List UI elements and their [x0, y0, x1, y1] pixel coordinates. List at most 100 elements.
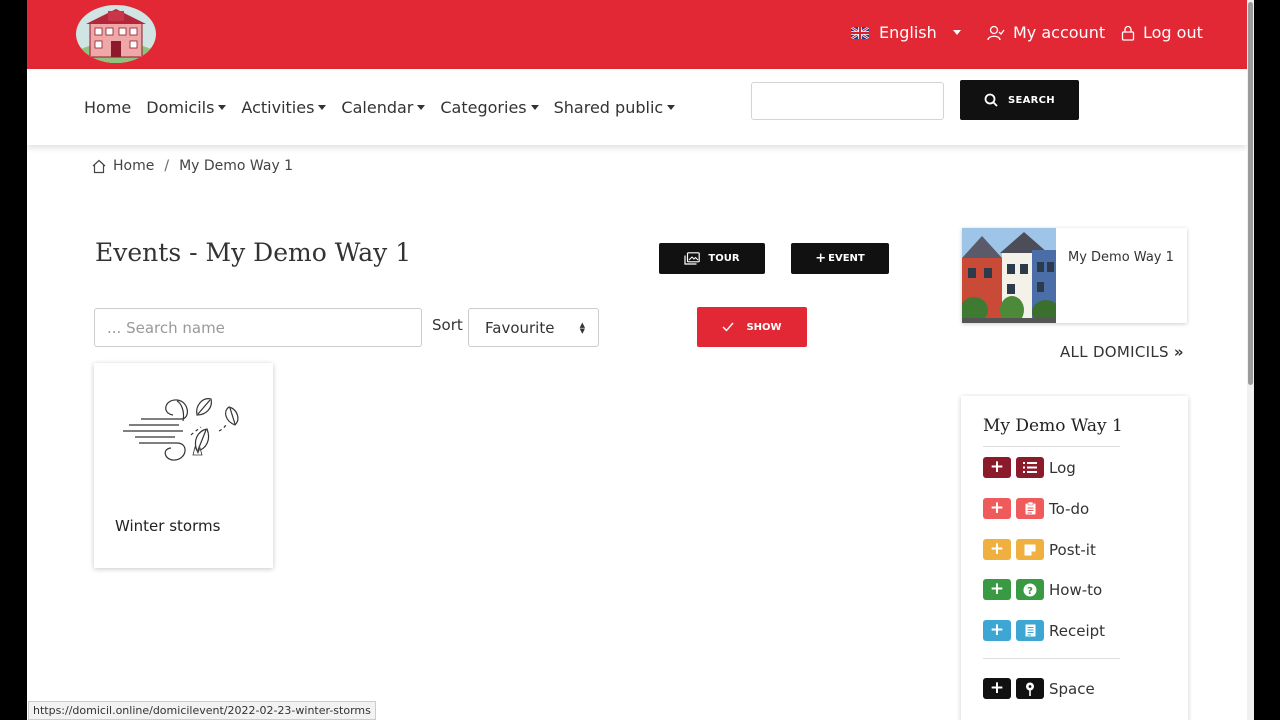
search-icon — [984, 93, 998, 107]
scrollbar-thumb[interactable] — [1248, 2, 1253, 385]
panel-divider — [983, 658, 1120, 659]
nav-item-categories[interactable]: Categories — [440, 98, 539, 117]
show-button[interactable]: SHOW — [697, 307, 807, 347]
lock-icon — [1121, 25, 1135, 41]
add-how-to-button[interactable]: + — [983, 579, 1011, 600]
log-out-label: Log out — [1143, 23, 1203, 42]
search-button-label: SEARCH — [1008, 94, 1055, 106]
show-label: SHOW — [746, 321, 782, 333]
sort-select[interactable]: Favourite ▲ ▼ — [468, 308, 599, 347]
sort-selected-value: Favourite — [485, 319, 555, 337]
all-domicils-link[interactable]: ALL DOMICILS » — [1060, 343, 1184, 361]
domicile-name: My Demo Way 1 — [1068, 250, 1174, 265]
nav-label: Shared public — [553, 98, 664, 117]
my-account-link[interactable]: My account — [987, 23, 1105, 42]
status-bar-url: https://domicil.online/domicilevent/2022… — [28, 701, 376, 720]
panel-row-post-it: + Post-it — [983, 539, 1096, 560]
panel-row-label[interactable]: Post-it — [1049, 541, 1096, 559]
double-chevron-right-icon: » — [1173, 343, 1184, 361]
chevron-down-icon — [667, 105, 676, 110]
page: English My account Log out Home Domicils… — [27, 0, 1247, 720]
tour-label: TOUR — [708, 253, 740, 264]
plus-icon: + — [815, 251, 827, 266]
nav-label: Categories — [440, 98, 527, 117]
add-todo-button[interactable]: + — [983, 498, 1011, 519]
chevron-down-icon — [218, 105, 227, 110]
user-check-icon — [987, 25, 1005, 40]
language-label: English — [879, 23, 937, 42]
top-bar: English My account Log out — [27, 0, 1247, 69]
nav-label: Calendar — [341, 98, 414, 117]
event-card[interactable]: Winter storms — [94, 363, 273, 568]
panel-row-label[interactable]: Log — [1049, 459, 1076, 477]
site-logo[interactable] — [76, 5, 156, 63]
tour-button[interactable]: TOUR — [659, 243, 765, 274]
nav-label: Home — [84, 98, 132, 117]
chevron-down-icon — [530, 105, 539, 110]
check-icon — [722, 322, 734, 332]
note-icon[interactable] — [1016, 539, 1044, 560]
panel-row-receipt: + Receipt — [983, 620, 1105, 641]
panel-row-label[interactable]: To-do — [1049, 500, 1089, 518]
nav-label: Domicils — [146, 98, 215, 117]
panel-row-todo: + To-do — [983, 498, 1089, 519]
domicile-photo — [962, 228, 1056, 323]
add-space-button[interactable]: + — [983, 678, 1011, 699]
log-out-link[interactable]: Log out — [1121, 23, 1203, 42]
panel-row-space: + Space — [983, 678, 1095, 699]
main-nav: Home Domicils Activities Calendar Catego… — [27, 69, 1247, 145]
plus-icon: + — [989, 678, 1005, 698]
add-log-button[interactable]: + — [983, 457, 1011, 478]
plus-icon: + — [989, 620, 1005, 640]
breadcrumb-separator: / — [164, 158, 170, 174]
plus-icon: + — [989, 539, 1005, 559]
chevron-down-icon — [417, 105, 426, 110]
search-name-input[interactable]: ... Search name — [94, 308, 422, 347]
nav-item-domicils[interactable]: Domicils — [146, 98, 227, 117]
nav-item-home[interactable]: Home — [84, 98, 131, 117]
search-button[interactable]: SEARCH — [960, 80, 1079, 120]
pin-icon[interactable] — [1016, 678, 1044, 699]
question-icon[interactable]: ? — [1016, 579, 1044, 600]
event-card-label: Winter storms — [115, 517, 221, 535]
plus-icon: + — [989, 498, 1005, 518]
all-domicils-label: ALL DOMICILS — [1060, 343, 1169, 361]
add-receipt-button[interactable]: + — [983, 620, 1011, 641]
my-account-label: My account — [1013, 23, 1106, 42]
page-title: Events - My Demo Way 1 — [95, 238, 412, 267]
photos-icon — [684, 252, 701, 265]
add-event-button[interactable]: + EVENT — [791, 243, 889, 274]
sort-label: Sort — [432, 316, 463, 334]
nav-item-shared-public[interactable]: Shared public — [554, 98, 676, 117]
panel-divider — [983, 446, 1120, 447]
domicile-card[interactable]: My Demo Way 1 — [962, 228, 1187, 323]
domicile-actions-panel: My Demo Way 1 + Log + To-do + Post-it + — [961, 396, 1188, 720]
nav-item-calendar[interactable]: Calendar — [341, 98, 426, 117]
home-icon — [92, 159, 106, 173]
select-arrows-icon: ▲ ▼ — [579, 321, 585, 335]
nav-menu: Home Domicils Activities Calendar Catego… — [84, 98, 676, 117]
uk-flag-icon — [851, 26, 869, 39]
list-icon[interactable] — [1016, 457, 1044, 478]
breadcrumb: Home / My Demo Way 1 — [91, 158, 293, 174]
chevron-down-icon — [952, 30, 961, 35]
chevron-down-icon — [318, 105, 327, 110]
svg-text:?: ? — [1027, 586, 1033, 597]
language-selector[interactable]: English — [851, 23, 961, 42]
panel-row-how-to: + ? How-to — [983, 579, 1102, 600]
clipboard-icon[interactable] — [1016, 498, 1044, 519]
receipt-icon[interactable] — [1016, 620, 1044, 641]
breadcrumb-home[interactable]: Home — [113, 158, 154, 174]
breadcrumb-current: My Demo Way 1 — [179, 158, 294, 174]
event-label: EVENT — [828, 253, 865, 264]
nav-label: Activities — [241, 98, 315, 117]
panel-row-label[interactable]: How-to — [1049, 581, 1102, 599]
panel-row-label[interactable]: Receipt — [1049, 622, 1105, 640]
add-post-it-button[interactable]: + — [983, 539, 1011, 560]
panel-row-label[interactable]: Space — [1049, 680, 1095, 698]
wind-leaves-icon — [123, 398, 239, 461]
plus-icon: + — [989, 579, 1005, 599]
plus-icon: + — [989, 457, 1005, 477]
nav-item-activities[interactable]: Activities — [241, 98, 327, 117]
global-search-input[interactable] — [751, 82, 944, 120]
